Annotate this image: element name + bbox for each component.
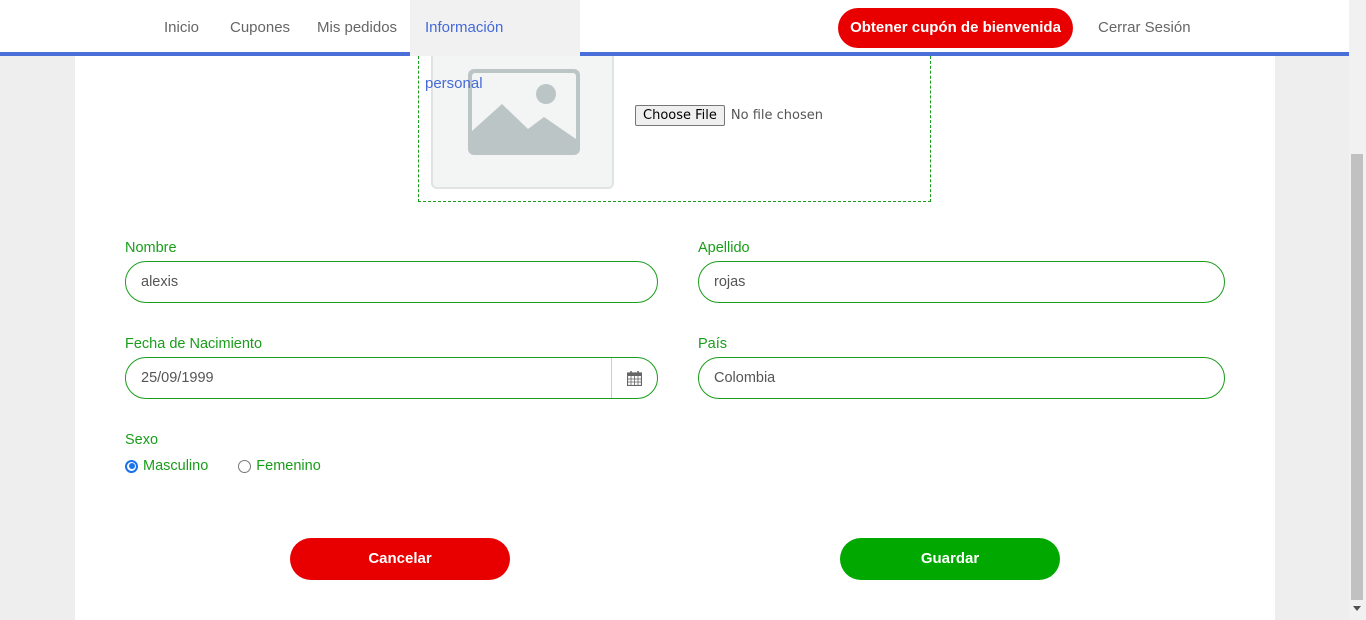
save-button[interactable]: Guardar bbox=[840, 538, 1060, 580]
file-input: Choose File No file chosen bbox=[635, 105, 823, 126]
nav-item-informacion-personal[interactable]: Información personal bbox=[410, 0, 580, 92]
radio-masculino-label[interactable]: Masculino bbox=[143, 458, 208, 474]
choose-file-button[interactable]: Choose File bbox=[635, 105, 725, 126]
apellido-input[interactable]: rojas bbox=[698, 261, 1225, 303]
cancel-button[interactable]: Cancelar bbox=[290, 538, 510, 580]
nombre-input[interactable]: alexis bbox=[125, 261, 658, 303]
radio-femenino-label[interactable]: Femenino bbox=[256, 458, 320, 474]
scroll-down-arrow-icon[interactable] bbox=[1353, 606, 1361, 611]
nav-item-inicio[interactable]: Inicio bbox=[149, 0, 214, 56]
sexo-label: Sexo bbox=[125, 432, 159, 448]
profile-card: Choose File No file chosen Nombre alexis… bbox=[75, 52, 1275, 620]
top-navbar: Inicio Cupones Mis pedidos Información p… bbox=[0, 0, 1349, 92]
pais-label: País bbox=[698, 336, 728, 352]
nav-item-cupones[interactable]: Cupones bbox=[215, 0, 305, 56]
pais-input[interactable]: Colombia bbox=[698, 357, 1225, 399]
scrollbar-thumb[interactable] bbox=[1351, 154, 1363, 600]
photo-upload-area: Choose File No file chosen bbox=[418, 52, 931, 202]
nombre-label: Nombre bbox=[125, 240, 177, 256]
radio-masculino[interactable] bbox=[125, 459, 138, 473]
fecha-nacimiento-input[interactable]: 25/09/1999 bbox=[125, 357, 658, 399]
fecha-nacimiento-label: Fecha de Nacimiento bbox=[125, 336, 263, 352]
image-placeholder-icon bbox=[468, 69, 580, 155]
calendar-button[interactable] bbox=[611, 358, 657, 398]
nav-item-mis-pedidos[interactable]: Mis pedidos bbox=[302, 0, 412, 56]
radio-femenino[interactable] bbox=[238, 459, 252, 473]
logout-link[interactable]: Cerrar Sesión bbox=[1083, 0, 1206, 56]
fecha-nacimiento-value: 25/09/1999 bbox=[141, 370, 214, 386]
page-scrollbar[interactable] bbox=[1349, 0, 1366, 620]
sexo-radio-group: Masculino Femenino bbox=[125, 458, 351, 474]
file-status-text: No file chosen bbox=[730, 108, 823, 123]
welcome-coupon-button[interactable]: Obtener cupón de bienvenida bbox=[838, 8, 1073, 48]
apellido-label: Apellido bbox=[698, 240, 750, 256]
calendar-icon bbox=[627, 370, 642, 386]
